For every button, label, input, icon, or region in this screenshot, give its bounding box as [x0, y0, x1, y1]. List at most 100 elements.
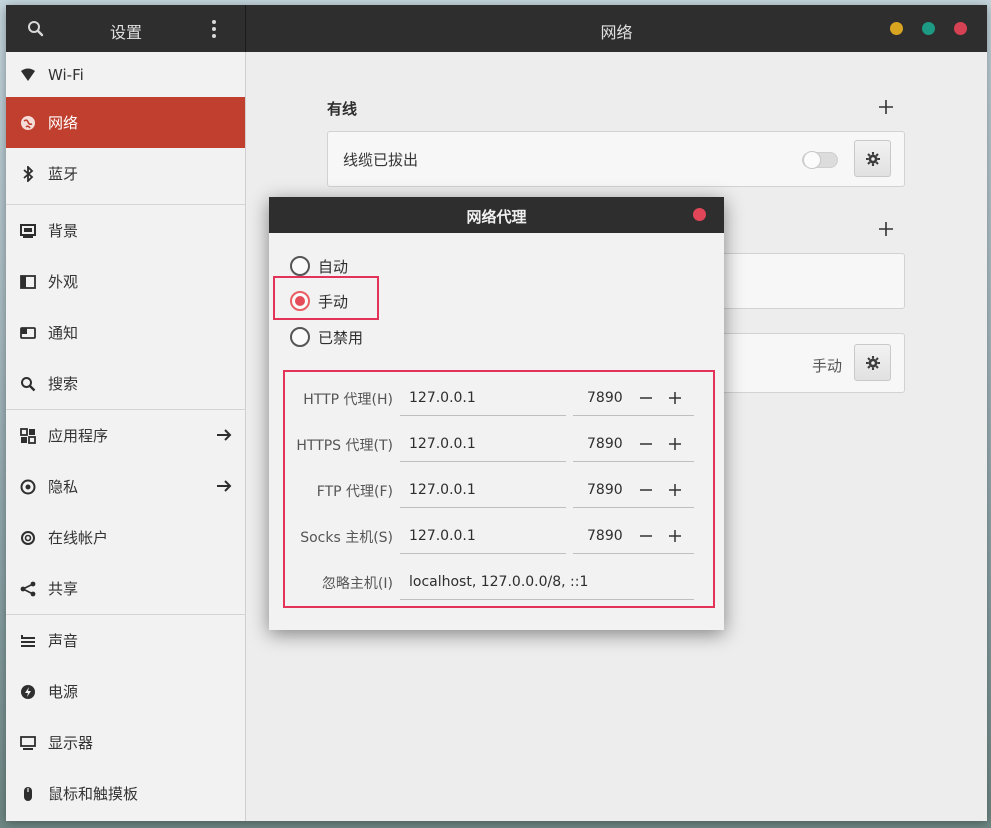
search-icon: [20, 376, 36, 392]
https-host-input[interactable]: 127.0.0.1: [400, 426, 566, 462]
toggle-knob: [803, 151, 821, 169]
display-icon: [20, 735, 36, 751]
apps-icon: [20, 427, 36, 444]
page-title: 网络: [600, 23, 633, 42]
sidebar-item-label: Wi-Fi: [48, 65, 84, 84]
wired-section-title: 有线: [327, 100, 358, 118]
ftp-port-increment[interactable]: [668, 483, 682, 497]
proxy-row-https: HTTPS 代理(T) 127.0.0.1 7890: [269, 426, 724, 462]
sidebar-item-bluetooth[interactable]: 蓝牙: [6, 148, 245, 199]
network-proxy-dialog: 网络代理 自动 手动 已禁用 HTTP 代理(H) 127.0.0.1 7890…: [269, 197, 724, 630]
share-icon: [20, 581, 36, 597]
sidebar-item-label: 网络: [48, 114, 79, 132]
http-host-input[interactable]: 127.0.0.1: [400, 380, 566, 416]
sidebar-item-notifications[interactable]: 通知: [6, 307, 245, 358]
proxy-label: Socks 主机(S): [300, 530, 393, 546]
sidebar-item-label: 电源: [48, 683, 79, 701]
ftp-host-input[interactable]: 127.0.0.1: [400, 472, 566, 508]
ignore-hosts-label: 忽略主机(I): [321, 576, 393, 592]
proxy-row-http: HTTP 代理(H) 127.0.0.1 7890: [269, 380, 724, 416]
sidebar-item-network[interactable]: 网络: [6, 97, 245, 148]
sidebar-item-label: 应用程序: [48, 427, 109, 445]
radio-button[interactable]: [290, 327, 310, 347]
gear-icon: [865, 151, 880, 166]
background-icon: [20, 223, 36, 239]
proxy-settings-button[interactable]: [854, 344, 891, 381]
dialog-close-button[interactable]: [693, 208, 706, 221]
ignore-hosts-input[interactable]: localhost, 127.0.0.0/8, ::1: [400, 564, 694, 600]
sidebar-item-label: 声音: [48, 632, 79, 650]
sidebar-item-applications[interactable]: 应用程序: [6, 410, 245, 461]
proxy-status: 手动: [812, 357, 843, 375]
sidebar-item-label: 搜索: [48, 375, 79, 393]
sidebar-header: 设置: [6, 5, 246, 52]
sidebar-item-sharing[interactable]: 共享: [6, 563, 245, 614]
proxy-label: HTTPS 代理(T): [296, 438, 393, 454]
radio-manual[interactable]: 手动: [290, 290, 348, 312]
sidebar-item-online-accounts[interactable]: 在线帐户: [6, 512, 245, 563]
add-wired-button[interactable]: [877, 98, 895, 116]
sidebar-item-label: 共享: [48, 580, 79, 598]
arrow-right-icon: [217, 429, 232, 441]
dialog-title-bar: 网络代理: [269, 197, 724, 233]
http-port-increment[interactable]: [668, 391, 682, 405]
proxy-label: FTP 代理(F): [316, 484, 393, 500]
sidebar-item-wifi[interactable]: Wi-Fi: [6, 52, 245, 97]
sidebar-item-label: 显示器: [48, 734, 94, 752]
radio-label: 已禁用: [318, 328, 364, 347]
bluetooth-icon: [20, 165, 36, 182]
socks-port-decrement[interactable]: [639, 529, 653, 543]
menu-icon[interactable]: [209, 19, 219, 39]
wired-toggle[interactable]: [802, 151, 838, 169]
title-bar: 设置 网络: [6, 5, 987, 52]
add-vpn-button[interactable]: [877, 220, 895, 238]
wifi-icon: [20, 67, 36, 83]
wired-settings-button[interactable]: [854, 140, 891, 177]
maximize-button[interactable]: [922, 22, 935, 35]
mouse-icon: [20, 786, 36, 802]
sidebar-item-mouse[interactable]: 鼠标和触摸板: [6, 768, 245, 819]
radio-label: 自动: [318, 257, 349, 276]
wired-connection-panel: 线缆已拔出: [327, 131, 905, 187]
sidebar-item-background[interactable]: 背景: [6, 205, 245, 256]
online-accounts-icon: [20, 530, 36, 546]
radio-button[interactable]: [290, 256, 310, 276]
radio-label: 手动: [318, 292, 349, 311]
socks-host-input[interactable]: 127.0.0.1: [400, 518, 566, 554]
sidebar-item-search[interactable]: 搜索: [6, 358, 245, 409]
arrow-right-icon: [217, 480, 232, 492]
sidebar-item-label: 隐私: [48, 478, 79, 496]
sidebar-item-label: 在线帐户: [48, 529, 109, 547]
sidebar-item-label: 背景: [48, 222, 79, 240]
privacy-icon: [20, 479, 36, 495]
sidebar-item-sound[interactable]: 声音: [6, 615, 245, 666]
http-port-decrement[interactable]: [639, 391, 653, 405]
close-button[interactable]: [954, 22, 967, 35]
sidebar-item-displays[interactable]: 显示器: [6, 717, 245, 768]
proxy-label: HTTP 代理(H): [303, 392, 393, 408]
sidebar: Wi-Fi 网络 蓝牙 背景 外观 通知 搜索 应用程序 隐私 在线帐户 共享 …: [6, 52, 246, 821]
https-port-decrement[interactable]: [639, 437, 653, 451]
ftp-port-decrement[interactable]: [639, 483, 653, 497]
proxy-row-socks: Socks 主机(S) 127.0.0.1 7890: [269, 518, 724, 554]
https-port-increment[interactable]: [668, 437, 682, 451]
sound-icon: [20, 633, 36, 649]
notification-icon: [20, 325, 36, 341]
socks-port-increment[interactable]: [668, 529, 682, 543]
sidebar-item-label: 通知: [48, 324, 79, 342]
radio-button[interactable]: [290, 291, 310, 311]
proxy-row-ftp: FTP 代理(F) 127.0.0.1 7890: [269, 472, 724, 508]
network-icon: [20, 115, 36, 131]
appearance-icon: [20, 274, 36, 290]
sidebar-item-label: 鼠标和触摸板: [48, 785, 139, 803]
sidebar-item-privacy[interactable]: 隐私: [6, 461, 245, 512]
sidebar-item-label: 外观: [48, 273, 79, 291]
proxy-row-ignore: 忽略主机(I) localhost, 127.0.0.0/8, ::1: [269, 564, 724, 600]
gear-icon: [865, 355, 880, 370]
sidebar-item-appearance[interactable]: 外观: [6, 256, 245, 307]
sidebar-item-power[interactable]: 电源: [6, 666, 245, 717]
radio-automatic[interactable]: 自动: [290, 255, 348, 277]
radio-disabled[interactable]: 已禁用: [290, 326, 363, 348]
dialog-title: 网络代理: [466, 208, 527, 226]
minimize-button[interactable]: [890, 22, 903, 35]
